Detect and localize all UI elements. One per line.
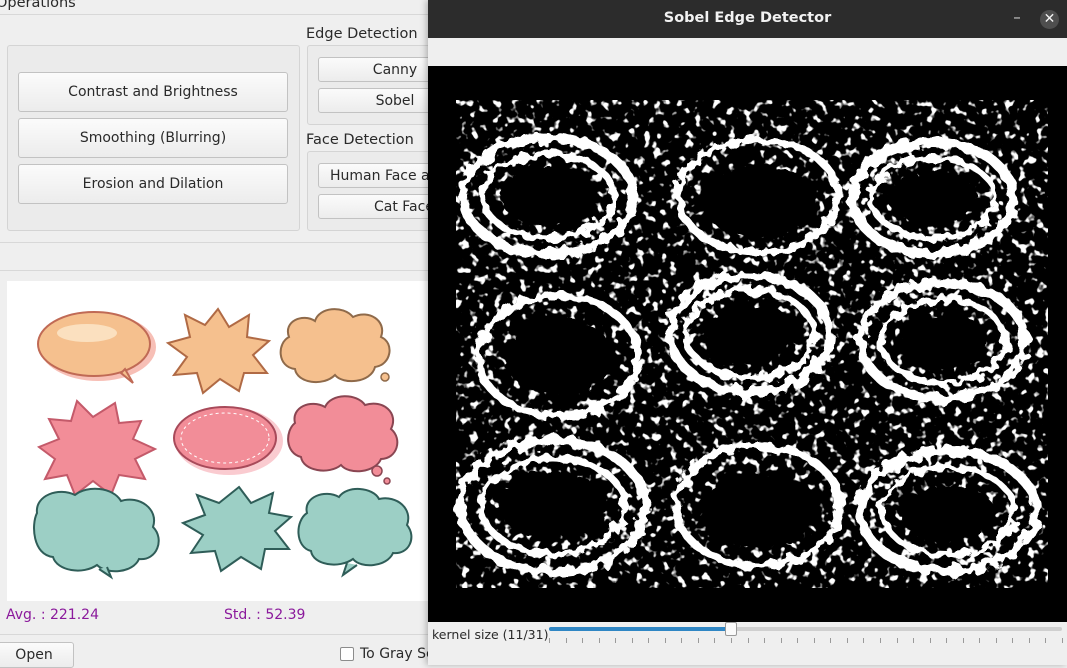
divider [0, 14, 428, 15]
bubble-oval-orange [37, 311, 156, 384]
slider-tick [897, 638, 898, 643]
smoothing-button[interactable]: Smoothing (Blurring) [18, 118, 288, 158]
bubble-burst-teal [180, 485, 294, 573]
divider [0, 242, 428, 243]
gray-scale-checkbox[interactable] [340, 647, 354, 661]
sobel-window: Sobel Edge Detector – ✕ kernel size (11/… [428, 0, 1067, 665]
slider-tick [714, 638, 715, 643]
slider-handle[interactable] [725, 622, 738, 636]
slider-tick [665, 638, 666, 643]
slider-tick [996, 638, 997, 643]
slider-tick [1029, 638, 1030, 643]
slider-tick [748, 638, 749, 643]
slider-tick [1012, 638, 1013, 643]
face-detection-title: Face Detection [306, 132, 414, 148]
slider-tick [731, 638, 732, 643]
slider-tick [764, 638, 765, 643]
slider-tick [582, 638, 583, 643]
slider-tick [930, 638, 931, 643]
edge-detection-title: Edge Detection [306, 26, 418, 42]
bubble-cloud-teal [33, 487, 160, 580]
bubble-oval-pink [173, 406, 283, 475]
toolbar-area [428, 38, 1067, 66]
slider-tick [830, 638, 831, 643]
image-preview [7, 281, 428, 601]
slider-fill [549, 627, 732, 631]
slider-tick [615, 638, 616, 643]
bubble-cloud-teal-2 [297, 488, 413, 578]
operations-title: Operations [0, 0, 76, 11]
std-value: Std. : 52.39 [224, 607, 306, 623]
slider-tick [681, 638, 682, 643]
slider-tick [648, 638, 649, 643]
bubble-burst-orange [165, 307, 272, 395]
bubble-cloud-orange [279, 308, 391, 384]
sobel-edge-image [428, 66, 1067, 622]
open-button[interactable]: Open [0, 642, 74, 668]
speech-bubbles-image [33, 307, 413, 580]
window-title: Sobel Edge Detector [663, 10, 832, 26]
slider-tick [781, 638, 782, 643]
divider [0, 270, 428, 271]
bubble-cloud-pink [287, 395, 399, 485]
bubble-burst-pink [36, 399, 158, 497]
minimize-icon[interactable]: – [1008, 10, 1026, 28]
slider-tick [549, 638, 550, 643]
title-bar[interactable]: Sobel Edge Detector – ✕ [428, 0, 1067, 38]
slider-tick [913, 638, 914, 643]
slider-tick [566, 638, 567, 643]
slider-tick [632, 638, 633, 643]
slider-tick [880, 638, 881, 643]
average-value: Avg. : 221.24 [6, 607, 99, 623]
slider-ticks [549, 638, 1063, 644]
edge-image-canvas [428, 66, 1067, 622]
slider-tick [797, 638, 798, 643]
slider-tick [1045, 638, 1046, 643]
kernel-size-label: kernel size (11/31) [432, 627, 549, 642]
slider-tick [946, 638, 947, 643]
slider-tick [979, 638, 980, 643]
slider-tick [814, 638, 815, 643]
slider-tick [847, 638, 848, 643]
close-icon[interactable]: ✕ [1040, 10, 1059, 29]
kernel-size-slider[interactable] [549, 627, 1062, 631]
divider [0, 634, 428, 635]
slider-tick [698, 638, 699, 643]
slider-tick [1062, 638, 1063, 643]
slider-tick [863, 638, 864, 643]
slider-tick [963, 638, 964, 643]
slider-tick [599, 638, 600, 643]
contrast-brightness-button[interactable]: Contrast and Brightness [18, 72, 288, 112]
erosion-dilation-button[interactable]: Erosion and Dilation [18, 164, 288, 204]
